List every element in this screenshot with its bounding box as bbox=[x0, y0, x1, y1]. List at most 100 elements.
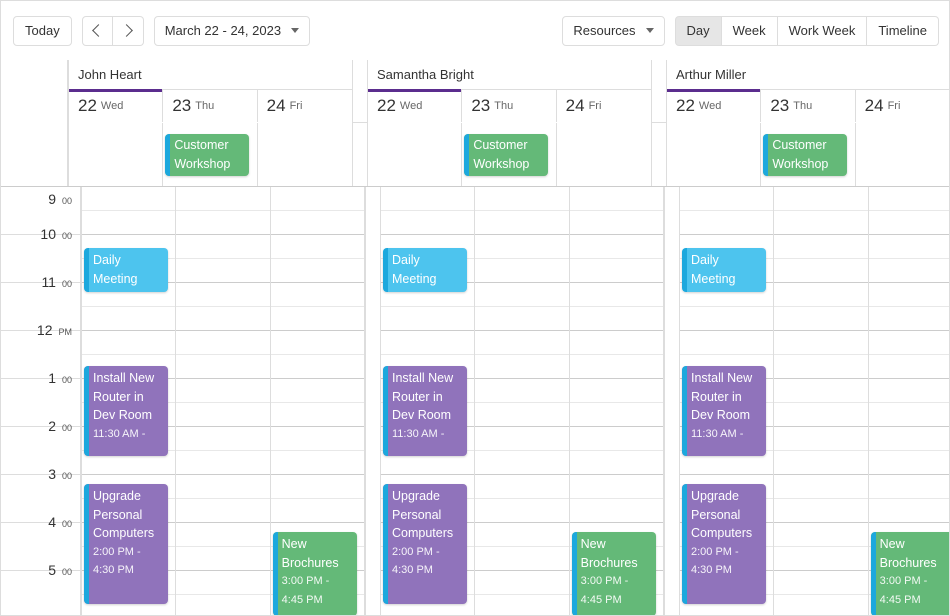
time-cell[interactable] bbox=[569, 355, 663, 379]
date-column[interactable] bbox=[774, 187, 869, 615]
time-cell[interactable] bbox=[774, 427, 868, 451]
time-cell[interactable] bbox=[868, 307, 949, 331]
day-header-cell[interactable]: 23 Thu bbox=[163, 90, 258, 122]
time-cell[interactable] bbox=[82, 331, 176, 355]
date-column[interactable]: New Brochures 3:00 PM - 4:45 PM bbox=[270, 187, 365, 615]
time-cell[interactable] bbox=[774, 187, 868, 211]
time-cell[interactable] bbox=[774, 211, 868, 235]
appointment[interactable]: Install New Router in Dev Room 11:30 AM - bbox=[383, 366, 467, 456]
time-cell[interactable] bbox=[270, 451, 364, 475]
time-cell[interactable] bbox=[569, 307, 663, 331]
time-cell[interactable] bbox=[868, 427, 949, 451]
all-day-cell[interactable]: Customer Workshop bbox=[761, 123, 856, 186]
time-cell[interactable] bbox=[774, 595, 867, 615]
view-button-timeline[interactable]: Timeline bbox=[867, 15, 939, 46]
time-cell[interactable] bbox=[868, 379, 949, 403]
time-cell[interactable] bbox=[774, 547, 868, 571]
time-cell[interactable] bbox=[569, 475, 663, 499]
time-cell[interactable] bbox=[176, 571, 270, 595]
time-cell[interactable] bbox=[270, 283, 364, 307]
time-cell[interactable] bbox=[475, 427, 569, 451]
appointment[interactable]: New Brochures 3:00 PM - 4:45 PM bbox=[870, 532, 949, 615]
all-day-cell[interactable] bbox=[69, 123, 164, 186]
time-cell[interactable] bbox=[82, 211, 176, 235]
date-range-dropdown[interactable]: March 22 - 24, 2023 bbox=[153, 15, 311, 46]
time-cell[interactable] bbox=[868, 211, 949, 235]
time-cell[interactable] bbox=[774, 355, 868, 379]
all-day-cell[interactable]: Customer Workshop bbox=[462, 123, 557, 186]
day-header-cell[interactable]: 24 Fri bbox=[556, 90, 651, 122]
date-column[interactable]: New Brochures 3:00 PM - 4:45 PM bbox=[569, 187, 664, 615]
time-cell[interactable] bbox=[270, 235, 364, 259]
time-cell[interactable] bbox=[774, 499, 868, 523]
time-cell[interactable] bbox=[381, 187, 475, 211]
time-cell[interactable] bbox=[176, 211, 270, 235]
time-cell[interactable] bbox=[569, 187, 663, 211]
today-button[interactable]: Today bbox=[13, 15, 72, 46]
day-header-cell[interactable]: 23 Thu bbox=[462, 90, 557, 122]
time-cell[interactable] bbox=[868, 187, 949, 211]
time-cell[interactable] bbox=[270, 403, 364, 427]
time-cell[interactable] bbox=[176, 427, 270, 451]
date-column[interactable] bbox=[176, 187, 271, 615]
appointment-all-day[interactable]: Customer Workshop bbox=[763, 134, 848, 176]
time-cell[interactable] bbox=[176, 283, 270, 307]
time-cell[interactable] bbox=[475, 187, 569, 211]
time-cell[interactable] bbox=[680, 307, 774, 331]
time-cell[interactable] bbox=[176, 403, 270, 427]
date-column[interactable]: New Brochures 3:00 PM - 4:45 PM bbox=[868, 187, 949, 615]
time-cell[interactable] bbox=[680, 331, 774, 355]
time-cell[interactable] bbox=[475, 595, 568, 615]
appointment[interactable]: Daily Meeting bbox=[682, 248, 766, 292]
time-cell[interactable] bbox=[680, 187, 774, 211]
time-cell[interactable] bbox=[381, 211, 475, 235]
time-cell[interactable] bbox=[176, 379, 270, 403]
time-cell[interactable] bbox=[868, 499, 949, 523]
view-button-work-week[interactable]: Work Week bbox=[777, 15, 868, 46]
time-cell[interactable] bbox=[475, 571, 569, 595]
time-cell[interactable] bbox=[868, 331, 949, 355]
time-cell[interactable] bbox=[82, 307, 176, 331]
time-cell[interactable] bbox=[569, 259, 663, 283]
appointment-all-day[interactable]: Customer Workshop bbox=[165, 134, 250, 176]
time-cell[interactable] bbox=[774, 283, 868, 307]
appointment[interactable]: Upgrade Personal Computers 2:00 PM - 4:30… bbox=[84, 484, 168, 604]
time-cell[interactable] bbox=[475, 355, 569, 379]
time-cell[interactable] bbox=[270, 211, 364, 235]
time-cell[interactable] bbox=[270, 499, 364, 523]
time-cell[interactable] bbox=[270, 307, 364, 331]
next-button[interactable] bbox=[112, 15, 144, 46]
time-cell[interactable] bbox=[569, 379, 663, 403]
time-cell[interactable] bbox=[868, 451, 949, 475]
appointment[interactable]: Daily Meeting bbox=[84, 248, 168, 292]
time-cell[interactable] bbox=[569, 427, 663, 451]
time-cell[interactable] bbox=[176, 499, 270, 523]
previous-button[interactable] bbox=[81, 15, 113, 46]
time-cell[interactable] bbox=[82, 187, 176, 211]
time-cell[interactable] bbox=[868, 403, 949, 427]
day-header-cell[interactable]: 24 Fri bbox=[257, 90, 352, 122]
time-cell[interactable] bbox=[176, 595, 269, 615]
time-cell[interactable] bbox=[475, 259, 569, 283]
time-cell[interactable] bbox=[569, 403, 663, 427]
time-cell[interactable] bbox=[381, 307, 475, 331]
all-day-cell[interactable] bbox=[258, 123, 352, 186]
time-cell[interactable] bbox=[475, 211, 569, 235]
time-cell[interactable] bbox=[270, 355, 364, 379]
time-cell[interactable] bbox=[475, 235, 569, 259]
view-button-day[interactable]: Day bbox=[674, 15, 722, 46]
all-day-cell[interactable] bbox=[667, 123, 762, 186]
time-cell[interactable] bbox=[774, 307, 868, 331]
date-column[interactable]: Daily Meeting Install New Router in Dev R… bbox=[680, 187, 775, 615]
time-cell[interactable] bbox=[774, 259, 868, 283]
time-cell[interactable] bbox=[774, 571, 868, 595]
time-cell[interactable] bbox=[176, 235, 270, 259]
day-header-cell[interactable]: 22 Wed bbox=[69, 89, 164, 122]
date-column[interactable]: Daily Meeting Install New Router in Dev R… bbox=[82, 187, 177, 615]
time-cell[interactable] bbox=[774, 235, 868, 259]
day-header-cell[interactable]: 24 Fri bbox=[855, 90, 949, 122]
appointment[interactable]: New Brochures 3:00 PM - 4:45 PM bbox=[272, 532, 357, 615]
time-cell[interactable] bbox=[270, 259, 364, 283]
all-day-cell[interactable] bbox=[368, 123, 463, 186]
time-cell[interactable] bbox=[774, 451, 868, 475]
